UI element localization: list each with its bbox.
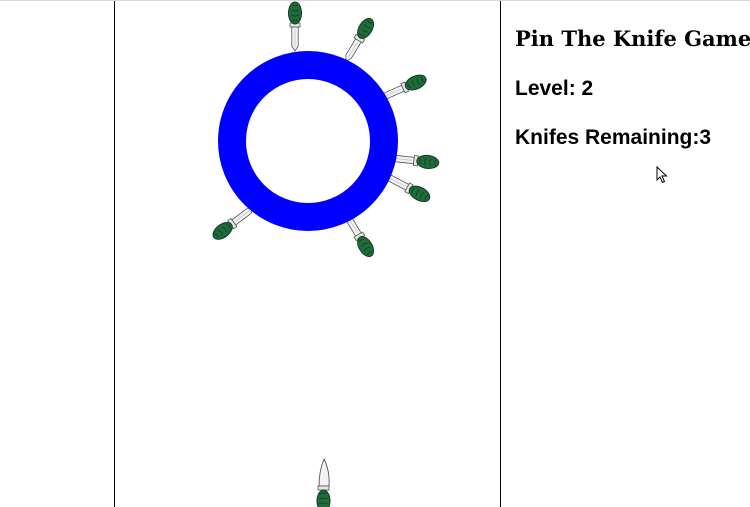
stuck-knife <box>339 15 378 65</box>
knives-remaining-label: Knifes Remaining: <box>515 126 700 149</box>
knives-remaining-display: Knifes Remaining:3 <box>515 126 711 150</box>
level-label: Level: <box>515 77 582 100</box>
game-title: Pin The Knife Game <box>515 26 750 51</box>
ready-knife[interactable] <box>316 458 331 507</box>
mouse-pointer-icon <box>656 166 668 184</box>
target-ring <box>218 51 398 231</box>
stuck-knife <box>288 1 302 52</box>
knives-remaining-value: 3 <box>699 126 712 149</box>
level-display: Level: 2 <box>515 77 593 101</box>
game-canvas[interactable] <box>0 1 750 507</box>
game-screen: Pin The Knife Game Level: 2 Knifes Remai… <box>0 0 750 507</box>
level-value: 2 <box>581 77 594 100</box>
